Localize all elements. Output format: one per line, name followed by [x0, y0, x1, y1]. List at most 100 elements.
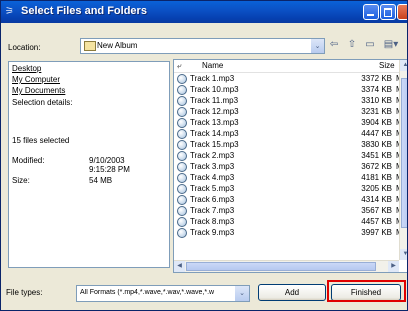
view-menu-icon[interactable]: ▤▾: [381, 38, 401, 52]
file-name: Track 2.mp3: [190, 151, 235, 160]
vertical-scrollbar[interactable]: ▲ ▼: [399, 60, 407, 260]
add-button[interactable]: Add: [258, 284, 326, 301]
file-name: Track 15.mp3: [190, 140, 239, 149]
horizontal-scroll-thumb[interactable]: [186, 262, 376, 271]
size-label: Size:: [12, 176, 30, 185]
new-folder-icon[interactable]: ▭: [363, 38, 377, 52]
file-row[interactable]: Track 12.mp33231 KBMF: [174, 107, 407, 118]
back-arrow-icon[interactable]: ⇦: [327, 38, 341, 52]
file-name: Track 8.mp3: [190, 217, 235, 226]
chevron-down-icon[interactable]: ⌄: [235, 286, 249, 301]
audio-file-icon: [177, 129, 187, 139]
file-size: 3205 KB: [361, 184, 392, 193]
audio-file-icon: [177, 184, 187, 194]
audio-file-icon: [177, 118, 187, 128]
location-combobox[interactable]: New Album ⌄: [80, 38, 325, 54]
file-row[interactable]: Track 10.mp33374 KBMF: [174, 85, 407, 96]
audio-file-icon: [177, 107, 187, 117]
file-row[interactable]: Track 6.mp34314 KBMF: [174, 195, 407, 206]
desktop-link[interactable]: Desktop: [12, 64, 41, 73]
file-row[interactable]: Track 7.mp33567 KBMF: [174, 206, 407, 217]
file-size: 3451 KB: [361, 151, 392, 160]
vertical-scroll-thumb[interactable]: [401, 78, 407, 228]
files-selected-count: 15 files selected: [12, 136, 70, 145]
file-row[interactable]: Track 2.mp33451 KBMF: [174, 151, 407, 162]
audio-file-icon: [177, 206, 187, 216]
up-folder-icon[interactable]: ⇧: [345, 38, 359, 52]
file-list-header: ⤶ Name Size: [174, 60, 399, 73]
my-documents-link[interactable]: My Documents: [12, 86, 65, 95]
folder-icon: [84, 41, 96, 51]
audio-file-icon: [177, 228, 187, 238]
up-level-icon[interactable]: ⤶: [177, 61, 181, 71]
file-size: 3672 KB: [361, 162, 392, 171]
places-panel: Desktop My Computer My Documents Selecti…: [8, 61, 170, 268]
modified-time: 9:15:28 PM: [89, 165, 130, 174]
app-icon: ⚞: [5, 6, 14, 17]
audio-file-icon: [177, 173, 187, 183]
file-name: Track 4.mp3: [190, 173, 235, 182]
file-row[interactable]: Track 9.mp33997 KBMF: [174, 228, 407, 239]
scroll-left-icon[interactable]: ◀: [174, 261, 185, 272]
highlight-box: [327, 280, 406, 302]
minimize-button[interactable]: [363, 4, 379, 20]
audio-file-icon: [177, 74, 187, 84]
maximize-icon: [384, 8, 392, 17]
chevron-down-icon[interactable]: ⌄: [311, 39, 324, 53]
file-row[interactable]: Track 5.mp33205 KBMF: [174, 184, 407, 195]
scroll-down-icon[interactable]: ▼: [400, 249, 407, 260]
file-name: Track 5.mp3: [190, 184, 235, 193]
file-name: Track 1.mp3: [190, 74, 235, 83]
file-size: 4314 KB: [361, 195, 392, 204]
file-name: Track 13.mp3: [190, 118, 239, 127]
selection-details-label: Selection details:: [12, 98, 73, 107]
file-name: Track 6.mp3: [190, 195, 235, 204]
file-size: 3231 KB: [361, 107, 392, 116]
close-button[interactable]: [397, 4, 407, 20]
file-name: Track 7.mp3: [190, 206, 235, 215]
size-value: 54 MB: [89, 176, 113, 185]
file-size: 3310 KB: [361, 96, 392, 105]
scroll-up-icon[interactable]: ▲: [400, 60, 407, 71]
file-size: 4457 KB: [361, 217, 392, 226]
file-row[interactable]: Track 4.mp34181 KBMF: [174, 173, 407, 184]
location-label: Location:: [8, 43, 41, 52]
file-types-label: File types:: [6, 288, 43, 297]
column-header-size[interactable]: Size: [379, 61, 395, 70]
window-title: Select Files and Folders: [21, 5, 147, 17]
modified-date: 9/10/2003: [89, 156, 125, 165]
my-computer-link[interactable]: My Computer: [12, 75, 60, 84]
horizontal-scrollbar[interactable]: ◀ ▶: [174, 260, 399, 272]
file-row[interactable]: Track 8.mp34457 KBMF: [174, 217, 407, 228]
file-row[interactable]: Track 14.mp34447 KBMF: [174, 129, 407, 140]
file-row[interactable]: Track 15.mp33830 KBMF: [174, 140, 407, 151]
file-size: 3372 KB: [361, 74, 392, 83]
minimize-icon: [367, 14, 374, 16]
audio-file-icon: [177, 140, 187, 150]
audio-file-icon: [177, 85, 187, 95]
file-row[interactable]: Track 3.mp33672 KBMF: [174, 162, 407, 173]
file-list[interactable]: ⤶ Name Size Track 1.mp33372 KBMF Track 1…: [173, 59, 407, 273]
file-row[interactable]: Track 13.mp33904 KBMF: [174, 118, 407, 129]
file-size: 3997 KB: [361, 228, 392, 237]
file-size: 4181 KB: [361, 173, 392, 182]
file-size: 3567 KB: [361, 206, 392, 215]
file-row[interactable]: Track 11.mp33310 KBMF: [174, 96, 407, 107]
file-size: 3904 KB: [361, 118, 392, 127]
maximize-button[interactable]: [380, 4, 396, 20]
audio-file-icon: [177, 162, 187, 172]
file-size: 4447 KB: [361, 129, 392, 138]
file-types-combobox[interactable]: All Formats (*.mp4,*.wave,*.wav,*.wave,*…: [76, 285, 250, 302]
file-row[interactable]: Track 1.mp33372 KBMF: [174, 74, 407, 85]
select-files-dialog: ⚞ Select Files and Folders Location: New…: [0, 0, 408, 311]
audio-file-icon: [177, 217, 187, 227]
location-value: New Album: [97, 41, 138, 50]
column-header-name[interactable]: Name: [202, 61, 223, 70]
file-name: Track 3.mp3: [190, 162, 235, 171]
file-size: 3374 KB: [361, 85, 392, 94]
title-bar[interactable]: ⚞ Select Files and Folders: [1, 1, 407, 23]
audio-file-icon: [177, 151, 187, 161]
file-size: 3830 KB: [361, 140, 392, 149]
scroll-right-icon[interactable]: ▶: [388, 261, 399, 272]
audio-file-icon: [177, 96, 187, 106]
